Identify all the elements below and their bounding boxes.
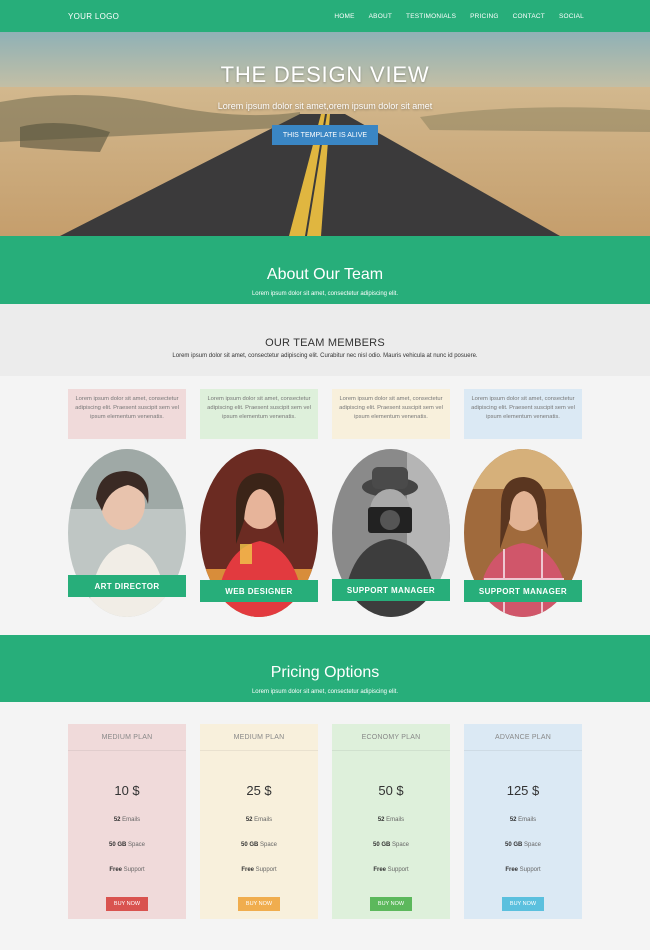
plan-feature-space: 50 GB Space xyxy=(240,842,278,848)
pricing-card-3: ECONOMY PLAN 50 $ 52 Emails 50 GB Space … xyxy=(332,724,450,919)
plan-price: 50 $ xyxy=(378,783,404,798)
plan-price: 25 $ xyxy=(246,783,272,798)
team-card-text-3: Lorem ipsum dolor sit amet, consectetur … xyxy=(332,389,450,439)
main-menu: HOME ABOUT TESTIMONIALS PRICING CONTACT … xyxy=(334,13,584,20)
team-card-text-2: Lorem ipsum dolor sit amet, consectetur … xyxy=(200,389,318,439)
team-members-title: OUR TEAM MEMBERS xyxy=(265,337,385,349)
plan-name: ADVANCE PLAN xyxy=(464,724,582,751)
about-title: About Our Team xyxy=(266,266,384,283)
buy-now-button[interactable]: BUY NOW xyxy=(106,897,148,911)
team-members-text: Lorem ipsum dolor sit amet, consectetur … xyxy=(172,353,478,359)
about-band: About Our Team Lorem ipsum dolor sit ame… xyxy=(0,236,650,304)
nav-testimonials-link[interactable]: TESTIMONIALS xyxy=(406,13,456,20)
hero-section: THE DESIGN VIEW Lorem ipsum dolor sit am… xyxy=(0,32,650,236)
plan-feature-emails: 52 Emails xyxy=(113,817,141,823)
hero-title: THE DESIGN VIEW xyxy=(220,62,430,87)
pricing-card-2: MEDIUM PLAN 25 $ 52 Emails 50 GB Space F… xyxy=(200,724,318,919)
pricing-subtitle: Lorem ipsum dolor sit amet, consectetur … xyxy=(251,689,399,695)
about-subtitle: Lorem ipsum dolor sit amet, consectetur … xyxy=(251,291,399,297)
plan-feature-space: 50 GB Space xyxy=(372,842,410,848)
nav-contact-link[interactable]: CONTACT xyxy=(513,13,545,20)
team-card-text-1: Lorem ipsum dolor sit amet, consectetur … xyxy=(68,389,186,439)
nav-about-link[interactable]: ABOUT xyxy=(369,13,392,20)
pricing-title: Pricing Options xyxy=(270,664,380,681)
role-label-2: WEB DESIGNER xyxy=(200,580,318,602)
plan-price: 125 $ xyxy=(506,783,540,798)
role-label-4: SUPPORT MANAGER xyxy=(464,580,582,602)
plan-feature-space: 50 GB Space xyxy=(504,842,542,848)
buy-now-button[interactable]: BUY NOW xyxy=(238,897,280,911)
plan-price: 10 $ xyxy=(114,783,140,798)
plan-feature-emails: 52 Emails xyxy=(245,817,273,823)
plan-feature-emails: 52 Emails xyxy=(509,817,537,823)
site-logo[interactable]: YOUR LOGO xyxy=(68,12,119,21)
buy-now-button[interactable]: BUY NOW xyxy=(370,897,412,911)
nav-social-link[interactable]: SOCIAL xyxy=(559,13,584,20)
hero-cta-button[interactable]: THIS TEMPLATE IS ALIVE xyxy=(272,125,378,145)
top-navbar: YOUR LOGO HOME ABOUT TESTIMONIALS PRICIN… xyxy=(0,0,650,32)
pricing-card-1: MEDIUM PLAN 10 $ 52 Emails 50 GB Space F… xyxy=(68,724,186,919)
nav-pricing-link[interactable]: PRICING xyxy=(470,13,499,20)
plan-feature-support: Free Support xyxy=(373,867,409,873)
pricing-band: Pricing Options Lorem ipsum dolor sit am… xyxy=(0,635,650,702)
role-label-1: ART DIRECTOR xyxy=(68,575,186,597)
role-label-3: SUPPORT MANAGER xyxy=(332,579,450,601)
plan-name: MEDIUM PLAN xyxy=(200,724,318,751)
plan-feature-support: Free Support xyxy=(109,867,145,873)
hero-subtitle: Lorem ipsum dolor sit amet,orem ipsum do… xyxy=(217,101,433,111)
plan-name: ECONOMY PLAN xyxy=(332,724,450,751)
plan-name: MEDIUM PLAN xyxy=(68,724,186,751)
team-card-text-4: Lorem ipsum dolor sit amet, consectetur … xyxy=(464,389,582,439)
pricing-card-4: ADVANCE PLAN 125 $ 52 Emails 50 GB Space… xyxy=(464,724,582,919)
plan-feature-support: Free Support xyxy=(505,867,541,873)
buy-now-button[interactable]: BUY NOW xyxy=(502,897,544,911)
plan-feature-space: 50 GB Space xyxy=(108,842,146,848)
nav-home-link[interactable]: HOME xyxy=(334,13,354,20)
plan-feature-support: Free Support xyxy=(241,867,277,873)
team-members-header: OUR TEAM MEMBERS Lorem ipsum dolor sit a… xyxy=(0,304,650,376)
plan-feature-emails: 52 Emails xyxy=(377,817,405,823)
